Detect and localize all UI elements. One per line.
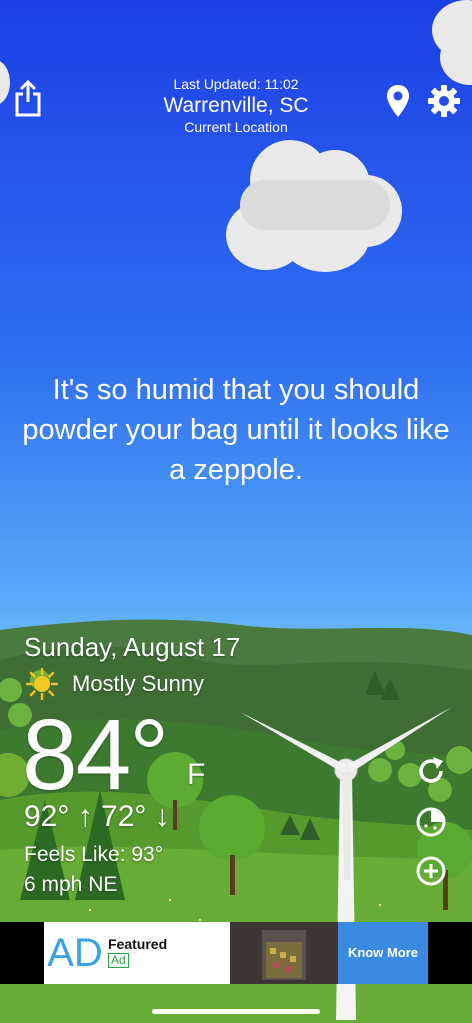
high-low-temperature: 92° ↑ 72° ↓ [24, 800, 170, 833]
ad-image [230, 922, 338, 984]
current-temperature: 84° [22, 699, 169, 811]
wind-speed: 6 mph NE [24, 873, 118, 896]
settings-button[interactable] [427, 84, 461, 118]
location-pin-icon [387, 85, 409, 117]
ad-title: Featured [108, 936, 168, 952]
ad-know-more-button[interactable]: Know More [338, 922, 428, 984]
forecast-date: Sunday, August 17 [24, 632, 241, 662]
ad-badge: Ad [108, 953, 129, 968]
radar-button[interactable] [415, 806, 447, 838]
temperature-unit[interactable]: F [187, 758, 205, 792]
refresh-icon [419, 757, 443, 783]
condition-row: Mostly Sunny [26, 668, 204, 700]
refresh-button[interactable] [415, 755, 447, 787]
current-location-label: Current Location [184, 119, 288, 135]
radar-icon [416, 807, 446, 837]
ad-logo: AD [44, 922, 106, 984]
add-icon [416, 856, 446, 886]
sun-icon [26, 668, 58, 700]
ad-text-area: Featured Ad [106, 922, 230, 984]
weather-quote: It's so humid that you should powder you… [22, 374, 450, 486]
home-indicator[interactable] [152, 1009, 320, 1014]
add-location-button[interactable] [415, 855, 447, 887]
location-button[interactable] [386, 84, 410, 118]
feels-like: Feels Like: 93° [24, 843, 164, 866]
gear-icon [428, 85, 460, 117]
ad-banner[interactable]: AD Featured Ad Know More [0, 922, 472, 984]
condition-text: Mostly Sunny [72, 671, 205, 696]
